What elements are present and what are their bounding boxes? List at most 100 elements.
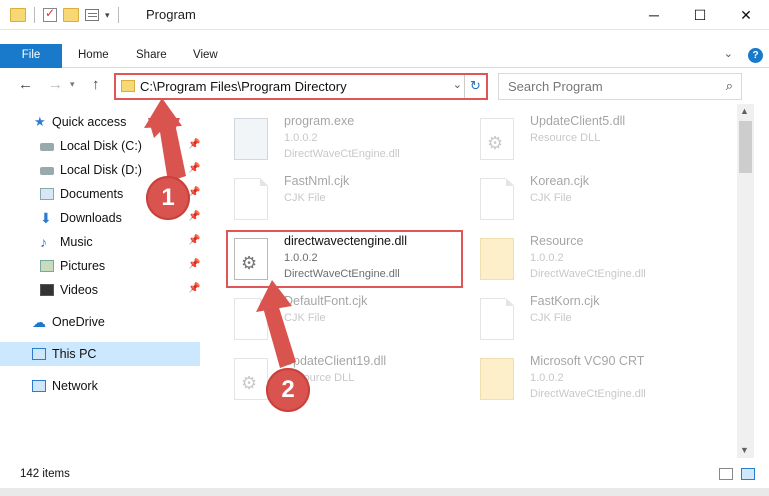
search-input[interactable]: Search Program ⌕ [498,73,742,100]
address-bar[interactable]: C:\Program Files\Program Directory ⌄ ↻ [114,73,488,100]
file-item[interactable]: Microsoft VC90 CRT 1.0.0.2 DirectWaveCtE… [468,350,708,406]
sidebar-item-videos[interactable]: Videos 📌 [0,278,200,302]
gear-file-icon: ⚙ [480,118,514,160]
file-item[interactable]: Resource 1.0.0.2 DirectWaveCtEngine.dll [468,230,708,286]
file-name: UpdateClient5.dll [530,114,626,128]
sidebar-item-label: Videos [60,283,98,297]
sidebar-item-quick-access[interactable]: ★ Quick access [0,110,200,134]
scroll-down-icon[interactable]: ▼ [740,445,749,455]
exe-icon [234,118,268,160]
sidebar-item-label: Documents [60,187,124,201]
tab-file[interactable]: File [0,44,62,68]
close-button[interactable]: ✕ [723,0,769,30]
large-icons-view-icon[interactable] [741,468,755,480]
sidebar-item-pictures[interactable]: Pictures 📌 [0,254,200,278]
file-detail: DirectWaveCtEngine.dll [530,268,646,280]
file-detail: 1.0.0.2 [284,132,318,144]
pin-icon[interactable]: 📌 [188,139,200,150]
sidebar-item-label: Local Disk (C:) [60,139,142,153]
drive-icon [40,167,54,175]
sidebar-item-label: OneDrive [52,315,105,329]
file-name: Korean.cjk [530,174,590,188]
properties-check-icon[interactable] [43,6,57,22]
window-bottom-edge [0,488,769,496]
sidebar-item-onedrive[interactable]: ☁ OneDrive [0,310,200,334]
documents-icon [40,188,54,200]
file-name: FastNml.cjk [284,174,350,188]
recent-locations-icon[interactable]: ▾ [70,79,75,90]
new-folder-icon[interactable] [63,8,79,22]
back-arrow-icon[interactable]: ← [18,76,33,93]
file-item[interactable]: ⚙ UpdateClient5.dll Resource DLL [468,110,708,166]
tab-home[interactable]: Home [66,44,121,68]
search-placeholder: Search Program [508,79,603,94]
minimize-button[interactable]: ─ [631,0,677,30]
title-bar: ▾ Program ─ ☐ ✕ [0,0,769,30]
sidebar-item-this-pc[interactable]: This PC [0,342,200,366]
sidebar-item-network[interactable]: Network [0,374,200,398]
cloud-icon: ☁ [32,314,46,330]
pin-icon[interactable]: 📌 [188,283,200,294]
vertical-scrollbar[interactable]: ▲ ▼ [737,104,754,458]
help-icon[interactable]: ? [748,48,763,63]
search-icon[interactable]: ⌕ [726,78,733,94]
refresh-icon[interactable]: ↻ [464,75,486,98]
customize-toolbar-icon[interactable]: ▾ [105,10,110,21]
file-detail: Resource DLL [530,132,601,144]
pictures-icon [40,260,54,272]
file-name: DefaultFont.cjk [284,294,368,308]
file-detail: DirectWaveCtEngine.dll [530,388,646,400]
highlight-frame [226,230,463,288]
file-item[interactable]: program.exe 1.0.0.2 DirectWaveCtEngine.d… [222,110,462,166]
step-badge-2: 2 [266,368,310,412]
file-item[interactable]: Korean.cjk CJK File [468,170,708,226]
file-item[interactable]: DefaultFont.cjk CJK File [222,290,462,346]
scroll-up-icon[interactable]: ▲ [740,106,749,116]
folder-icon [480,238,514,280]
address-path[interactable]: C:\Program Files\Program Directory [140,79,347,94]
sidebar-item-label: This PC [52,347,97,361]
address-dropdown-icon[interactable]: ⌄ [453,78,462,91]
folder-icon [480,358,514,400]
chevron-down-icon[interactable]: ⌄ [724,47,733,60]
file-icon [480,298,514,340]
up-arrow-icon[interactable]: ↑ [92,76,100,93]
sidebar-item-label: Music [60,235,93,249]
status-bar: 142 items [0,460,769,488]
pin-icon[interactable]: 📌 [188,259,200,270]
pin-icon[interactable]: 📌 [188,235,200,246]
file-detail: 1.0.0.2 [530,372,564,384]
maximize-button[interactable]: ☐ [677,0,723,30]
tab-view[interactable]: View [181,44,230,68]
drive-icon [40,143,54,151]
forward-arrow-icon[interactable]: → [48,76,63,93]
window-title: Program [146,7,196,22]
sidebar-item-label: Pictures [60,259,106,273]
file-item[interactable]: FastNml.cjk CJK File [222,170,462,226]
details-view-icon[interactable] [719,468,733,480]
pin-icon[interactable]: 📌 [188,211,200,222]
file-name: Resource [530,234,584,248]
scroll-thumb[interactable] [739,121,752,173]
tab-share[interactable]: Share [124,44,179,68]
separator [34,7,35,23]
pin-icon[interactable]: 📌 [188,163,200,174]
sidebar-item-label: Network [52,379,98,393]
file-item[interactable]: FastKorn.cjk CJK File [468,290,708,346]
file-icon [234,298,268,340]
sidebar-item-local-disk-c[interactable]: Local Disk (C:) 📌 [0,134,200,158]
quick-access-toolbar: ▾ [10,6,121,23]
folder-icon[interactable] [10,8,26,22]
sidebar-item-label: Local Disk (D:) [60,163,142,177]
file-name: Microsoft VC90 CRT [530,354,645,368]
file-detail: DirectWaveCtEngine.dll [284,148,400,160]
separator [117,7,119,23]
file-detail: CJK File [284,312,326,324]
properties-icon[interactable] [85,9,99,21]
sidebar-item-label: Downloads [60,211,122,225]
gear-file-icon: ⚙ [234,358,268,400]
sidebar-item-music[interactable]: ♪ Music 📌 [0,230,200,254]
file-item[interactable]: ⚙ UpdateClient19.dll Resource DLL [222,350,462,406]
file-icon [480,178,514,220]
folder-icon [121,80,135,92]
